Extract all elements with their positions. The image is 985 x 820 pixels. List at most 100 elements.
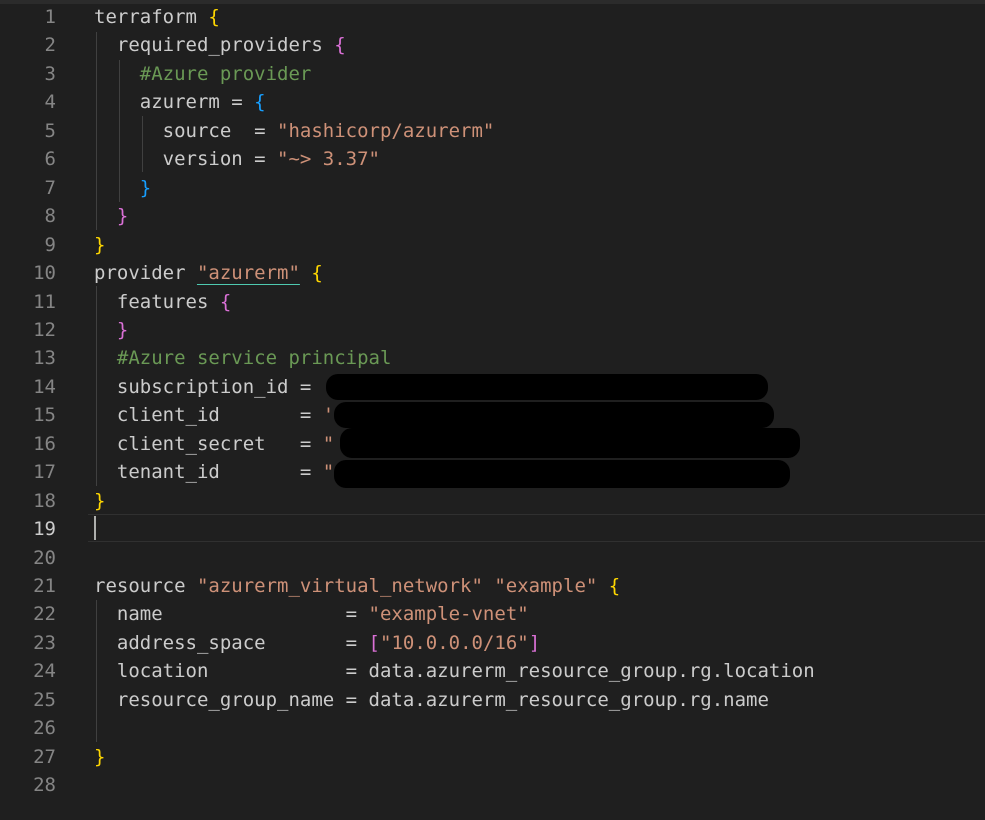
code-line[interactable]: 25 resource_group_name = data.azurerm_re… bbox=[0, 686, 985, 714]
line-number: 19 bbox=[33, 518, 56, 541]
code-token: "10.0.0.0/16" bbox=[380, 631, 529, 654]
code-text: features { bbox=[94, 288, 231, 316]
line-number: 22 bbox=[33, 603, 56, 626]
code-text: client_id = ' bbox=[94, 401, 334, 429]
code-token: required_providers bbox=[94, 34, 335, 57]
code-token: "azurerm_virtual_network" "example" bbox=[196, 575, 609, 597]
code-line[interactable]: 11 features { bbox=[0, 288, 985, 316]
line-number: 13 bbox=[33, 347, 56, 370]
code-token: { bbox=[334, 34, 346, 57]
code-token: ] bbox=[528, 631, 541, 654]
code-line[interactable]: 5 source = "hashicorp/azurerm" bbox=[0, 117, 985, 145]
line-number: 15 bbox=[33, 404, 56, 427]
code-token: { bbox=[219, 290, 232, 313]
code-text: client_secret = " bbox=[94, 430, 334, 458]
code-text: subscription_id = bbox=[94, 373, 323, 401]
code-line[interactable]: 23 address_space = ["10.0.0.0/16"] bbox=[0, 629, 985, 657]
code-token: ' bbox=[322, 404, 335, 427]
code-token: subscription_id = bbox=[94, 375, 323, 398]
line-number: 21 bbox=[33, 575, 56, 597]
code-line[interactable]: 13 #Azure service principal bbox=[0, 344, 985, 372]
code-token: provider bbox=[94, 262, 197, 285]
code-token: } bbox=[116, 205, 129, 228]
code-token: resource_group_name = data.azurerm_resou… bbox=[94, 688, 769, 711]
code-text: resource "azurerm_virtual_network" "exam… bbox=[94, 572, 620, 600]
code-line[interactable]: 12 } bbox=[0, 316, 985, 344]
line-number: 23 bbox=[33, 631, 56, 654]
code-line[interactable]: 6 version = "~> 3.37" bbox=[0, 145, 985, 173]
code-line[interactable]: 22 name = "example-vnet" bbox=[0, 600, 985, 628]
code-token: client_id = bbox=[94, 404, 323, 427]
code-line[interactable]: 24 location = data.azurerm_resource_grou… bbox=[0, 657, 985, 685]
code-editor[interactable]: 1 terraform {2 required_providers {3 #Azu… bbox=[0, 0, 985, 820]
code-token: #Azure service principal bbox=[94, 347, 392, 370]
code-line[interactable]: 7 } bbox=[0, 174, 985, 202]
code-token: tenant_id = bbox=[94, 461, 323, 484]
code-text: terraform { bbox=[94, 3, 220, 31]
code-token: version = bbox=[94, 148, 278, 171]
line-number: 12 bbox=[33, 318, 56, 341]
code-token: resource bbox=[94, 575, 197, 597]
code-line[interactable]: 4 azurerm = { bbox=[0, 88, 985, 116]
code-text: provider "azurerm" { bbox=[94, 259, 323, 287]
code-token: features bbox=[94, 290, 220, 313]
code-token: { bbox=[208, 6, 220, 28]
code-text: } bbox=[94, 231, 105, 259]
code-line[interactable]: 20 bbox=[0, 544, 985, 572]
code-line[interactable]: 18} bbox=[0, 487, 985, 515]
code-token: #Azure provider bbox=[94, 62, 312, 85]
line-number: 26 bbox=[33, 717, 56, 740]
code-line[interactable]: 10 provider "azurerm" { bbox=[0, 259, 985, 287]
code-token: } bbox=[94, 745, 106, 768]
line-number: 2 bbox=[44, 34, 56, 57]
code-line[interactable]: 8 } bbox=[0, 202, 985, 230]
code-token: "example-vnet" bbox=[368, 603, 529, 626]
code-line[interactable]: 26 bbox=[0, 714, 985, 742]
code-text: name = "example-vnet" bbox=[94, 600, 529, 628]
code-line[interactable]: 21 resource "azurerm_virtual_network" "ex… bbox=[0, 572, 985, 600]
code-text: version = "~> 3.37" bbox=[94, 145, 380, 173]
code-line[interactable]: 9} bbox=[0, 231, 985, 259]
code-text: location = data.azurerm_resource_group.r… bbox=[94, 657, 815, 685]
code-line[interactable]: 28 bbox=[0, 771, 985, 799]
code-text: required_providers { bbox=[94, 31, 346, 59]
code-text: } bbox=[94, 174, 151, 202]
line-number: 20 bbox=[33, 546, 56, 569]
code-text: } bbox=[94, 202, 128, 230]
code-line[interactable]: 1 terraform { bbox=[0, 3, 985, 31]
line-number: 25 bbox=[33, 688, 56, 711]
code-text: } bbox=[94, 487, 105, 515]
line-number: 24 bbox=[33, 660, 56, 683]
line-number: 6 bbox=[44, 148, 56, 171]
code-text: } bbox=[94, 316, 128, 344]
code-token: } bbox=[94, 233, 106, 256]
code-line[interactable]: 2 required_providers { bbox=[0, 31, 985, 59]
code-token: } bbox=[139, 176, 152, 199]
line-number: 4 bbox=[44, 91, 56, 114]
code-token: "azurerm" bbox=[196, 262, 300, 285]
code-line[interactable]: 19 bbox=[0, 515, 985, 543]
line-number: 7 bbox=[44, 176, 56, 199]
code-text: } bbox=[94, 743, 105, 771]
code-token: [ bbox=[368, 631, 380, 654]
code-line[interactable]: 3 #Azure provider bbox=[0, 60, 985, 88]
code-token: } bbox=[116, 318, 129, 341]
code-text: #Azure service principal bbox=[94, 344, 392, 372]
code-token: azurerm = bbox=[94, 91, 255, 114]
redacted-tenant-id bbox=[334, 460, 790, 488]
code-token: } bbox=[94, 489, 106, 512]
line-number: 5 bbox=[44, 119, 56, 142]
line-number: 1 bbox=[44, 6, 56, 28]
line-number: 8 bbox=[44, 205, 56, 228]
line-number: 9 bbox=[44, 233, 56, 256]
code-token: " bbox=[322, 461, 335, 484]
code-token: { bbox=[608, 575, 621, 597]
line-number: 14 bbox=[33, 375, 56, 398]
code-line[interactable]: 27} bbox=[0, 743, 985, 771]
code-text: source = "hashicorp/azurerm" bbox=[94, 117, 495, 145]
line-number: 18 bbox=[33, 489, 56, 512]
